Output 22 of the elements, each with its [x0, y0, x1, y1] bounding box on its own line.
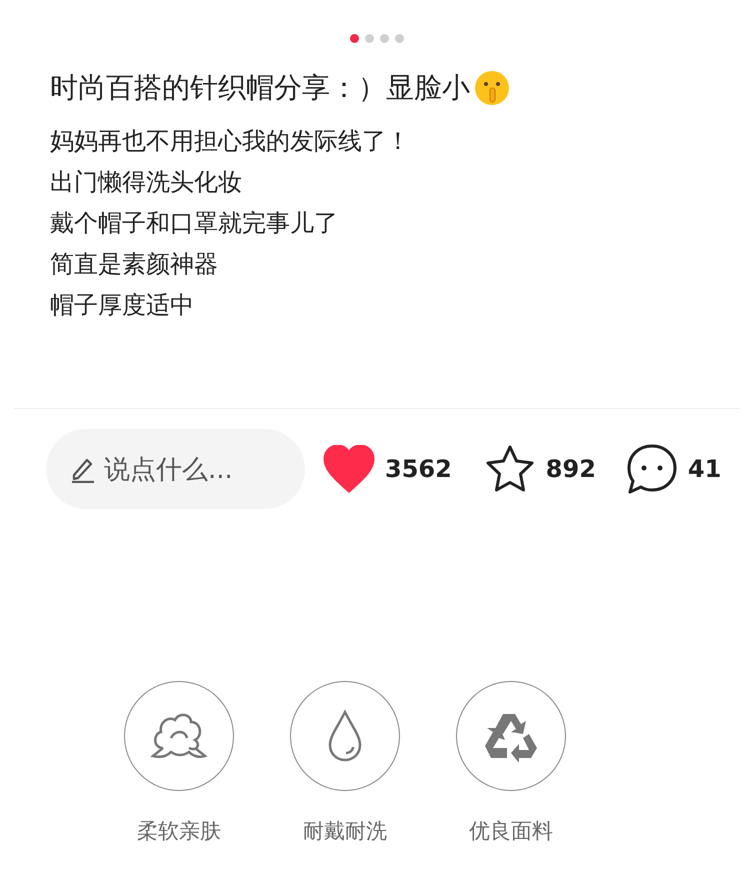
carousel-dot[interactable] — [350, 34, 359, 43]
heart-icon[interactable] — [323, 445, 375, 493]
carousel-dot[interactable] — [380, 34, 389, 43]
feature-label: 优良面料 — [469, 818, 553, 845]
post-text-line: 妈妈再也不用担心我的发际线了！ — [50, 126, 411, 157]
post-title: 时尚百搭的针织帽分享：）显脸小 — [50, 70, 470, 106]
carousel-dot[interactable] — [395, 34, 404, 43]
comment-icon[interactable] — [626, 443, 678, 495]
post-text-line: 简直是素颜神器 — [50, 249, 219, 280]
post-text-line: 出门懒得洗头化妆 — [50, 167, 243, 198]
like-count: 3562 — [385, 455, 452, 483]
collect-count: 892 — [546, 455, 596, 483]
feature-label: 柔软亲肤 — [137, 818, 221, 845]
comment-input-field[interactable]: 说点什么... — [46, 429, 305, 509]
water-drop-icon — [327, 710, 363, 762]
star-icon[interactable] — [484, 444, 536, 494]
feature-label: 耐戴耐洗 — [303, 818, 387, 845]
post-text-line: 戴个帽子和口罩就完事儿了 — [50, 208, 339, 239]
emoji-icon — [474, 70, 510, 106]
carousel-dot[interactable] — [365, 34, 374, 43]
post-text-line: 帽子厚度适中 — [50, 290, 195, 321]
comment-count: 41 — [688, 455, 722, 483]
